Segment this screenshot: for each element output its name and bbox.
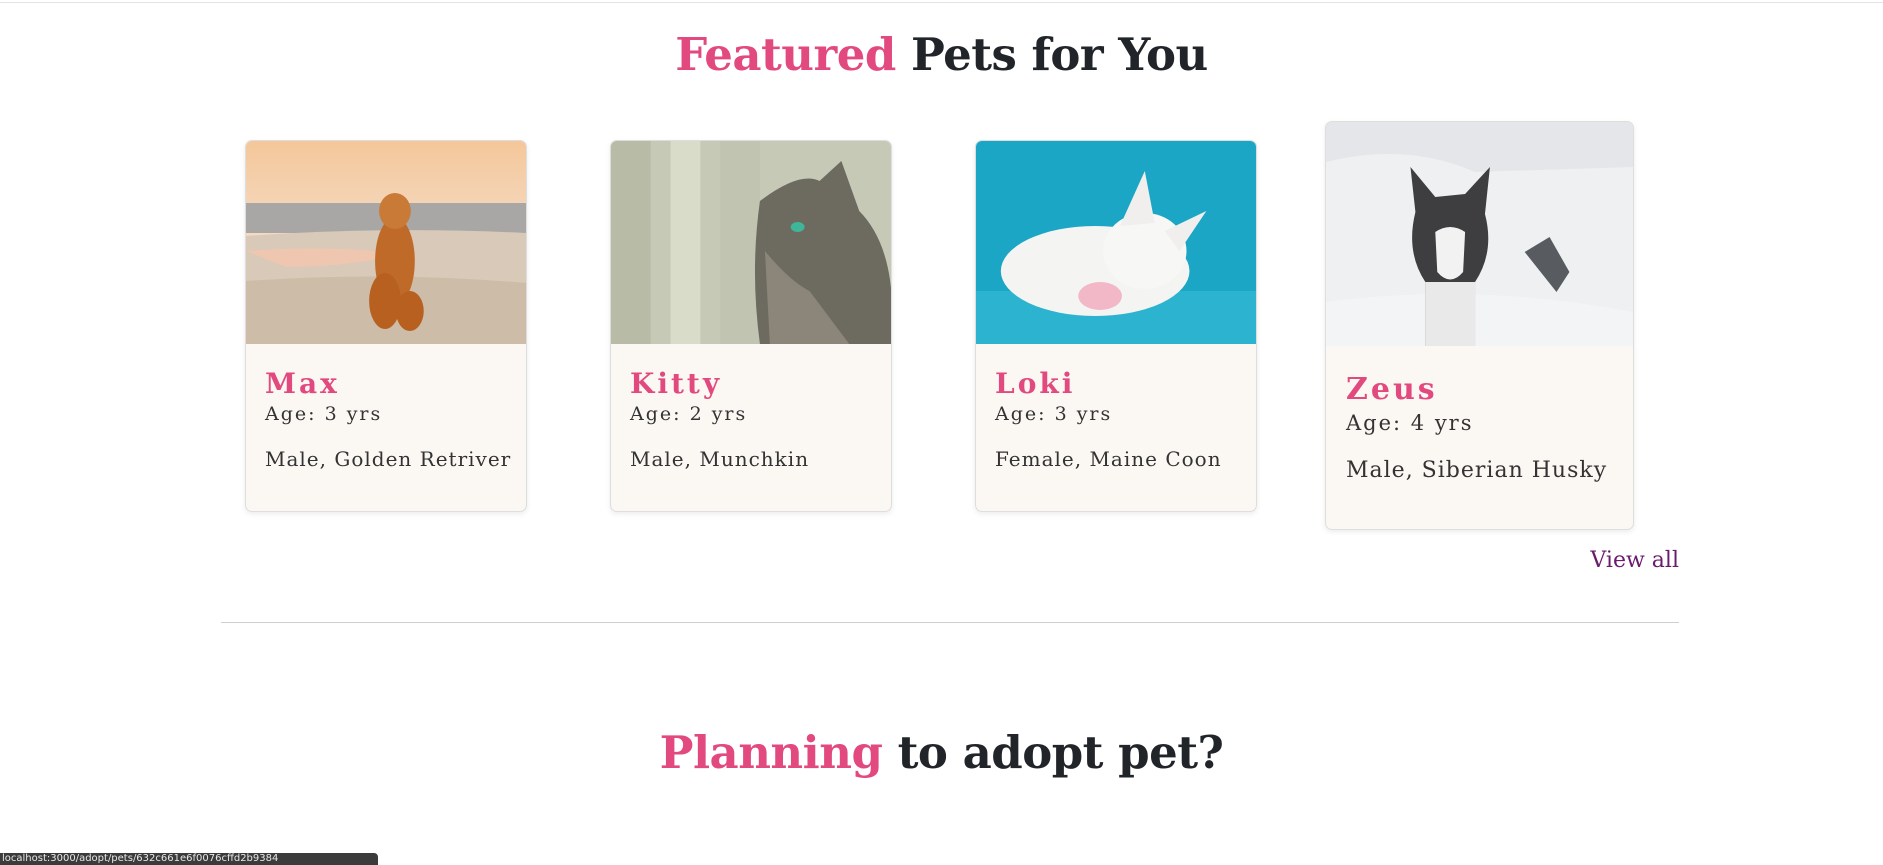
view-all-link[interactable]: View all [1590,548,1679,573]
pet-card-kitty[interactable]: Kitty Age: 2 yrs Male, Munchkin [610,140,892,512]
pet-photo-max[interactable] [246,141,526,344]
planning-title: Planning to adopt pet? [0,726,1883,779]
featured-title: Featured Pets for You [0,28,1883,81]
pet-card-loki[interactable]: Loki Age: 3 yrs Female, Maine Coon [975,140,1257,512]
pet-age: Age: 2 yrs [630,403,748,425]
pet-photo-kitty[interactable] [611,141,891,344]
pet-name: Kitty [630,367,723,400]
browser-status-bar: localhost:3000/adopt/pets/632c661e6f0076… [0,853,378,865]
pet-name: Zeus [1346,372,1438,407]
pet-photo-loki[interactable] [976,141,1256,344]
planning-title-accent: Planning [659,726,883,779]
featured-title-rest: Pets for You [895,28,1208,81]
pet-description: Male, Golden Retriver [265,447,512,471]
pet-card-zeus[interactable]: Zeus Age: 4 yrs Male, Siberian Husky [1325,121,1634,530]
section-divider [221,622,1679,623]
top-divider [0,2,1883,3]
pet-description: Male, Munchkin [630,447,810,471]
pet-age: Age: 4 yrs [1346,411,1474,435]
featured-title-accent: Featured [675,28,896,81]
pet-name: Max [265,367,340,400]
pet-name: Loki [995,367,1076,400]
pet-age: Age: 3 yrs [265,403,383,425]
pet-photo-zeus[interactable] [1326,122,1633,346]
pet-card-max[interactable]: Max Age: 3 yrs Male, Golden Retriver [245,140,527,512]
planning-title-rest: to adopt pet? [882,726,1224,779]
pet-age: Age: 3 yrs [995,403,1113,425]
pet-description: Female, Maine Coon [995,447,1222,471]
pet-description: Male, Siberian Husky [1346,458,1608,483]
